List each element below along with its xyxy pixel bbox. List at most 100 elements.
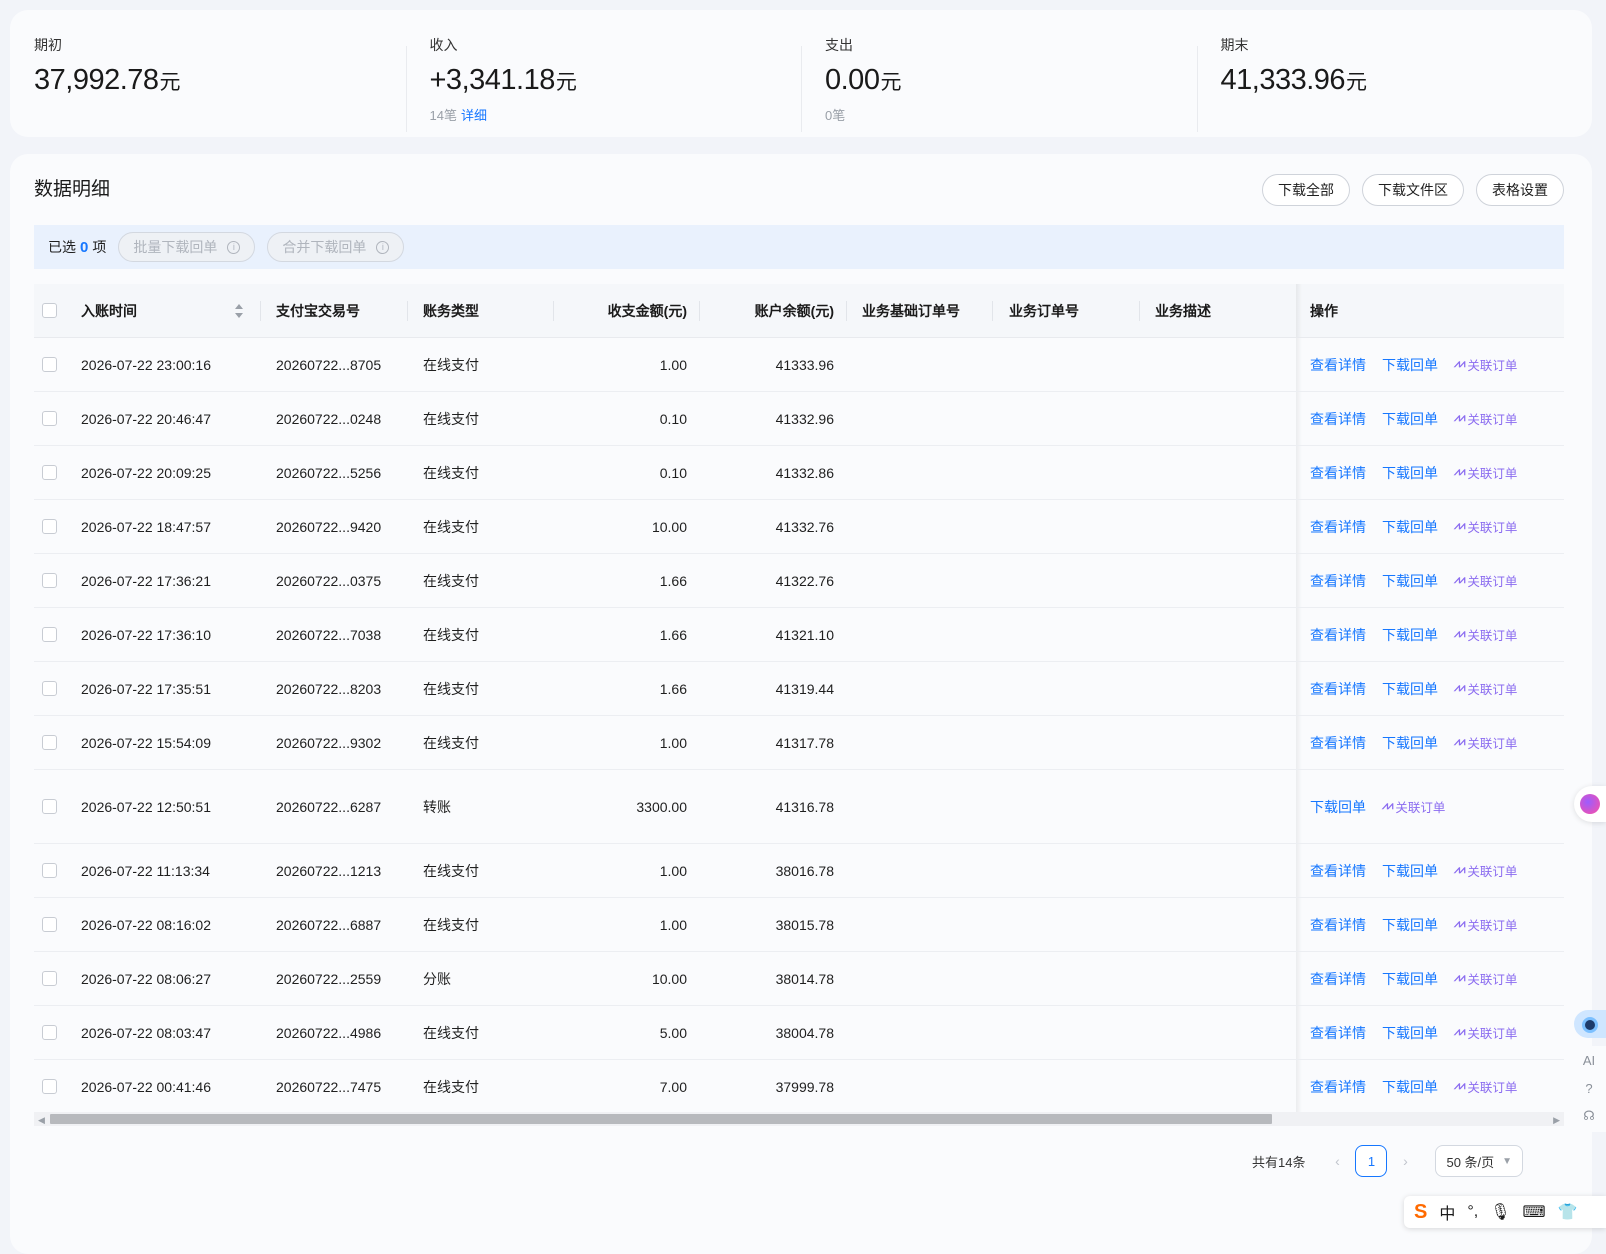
view-detail-link[interactable]: 查看详情 <box>1310 409 1366 429</box>
horizontal-scrollbar[interactable]: ◀ ▶ <box>34 1112 1564 1126</box>
link-order-button[interactable]: ⩘⩘ 关联订单 <box>1454 355 1517 374</box>
sort-icon[interactable] <box>235 303 243 319</box>
scroll-left-icon[interactable]: ◀ <box>38 1115 45 1126</box>
download-receipt-link[interactable]: 下载回单 <box>1382 861 1438 881</box>
row-checkbox[interactable] <box>42 411 57 426</box>
link-order-button[interactable]: ⩘⩘ 关联订单 <box>1454 517 1517 536</box>
link-order-button[interactable]: ⩘⩘ 关联订单 <box>1454 679 1517 698</box>
row-checkbox[interactable] <box>42 799 57 814</box>
link-order-label: 关联订单 <box>1467 919 1518 933</box>
link-order-button[interactable]: ⩘⩘ 关联订单 <box>1454 1023 1517 1042</box>
link-order-button[interactable]: ⩘⩘ 关联订单 <box>1454 463 1517 482</box>
headset-icon[interactable]: ☊ <box>1572 1102 1606 1130</box>
cell-trade-no: 20260722...4986 <box>276 1024 382 1041</box>
merge-download-button[interactable]: 合并下载回单 i <box>267 232 405 262</box>
select-all-checkbox[interactable] <box>42 303 57 318</box>
column-divider <box>699 301 700 321</box>
row-checkbox[interactable] <box>42 1079 57 1094</box>
microphone-icon[interactable]: 🎙 <box>1490 1202 1510 1222</box>
download-receipt-link[interactable]: 下载回单 <box>1382 409 1438 429</box>
link-order-label: 关联订单 <box>1467 359 1518 373</box>
row-checkbox[interactable] <box>42 917 57 932</box>
row-checkbox[interactable] <box>42 465 57 480</box>
robot-assistant[interactable] <box>1572 1002 1606 1042</box>
view-detail-link[interactable]: 查看详情 <box>1310 517 1366 537</box>
view-detail-link[interactable]: 查看详情 <box>1310 463 1366 483</box>
download-area-button[interactable]: 下载文件区 <box>1362 174 1464 206</box>
scroll-right-icon[interactable]: ▶ <box>1553 1115 1560 1126</box>
download-receipt-link[interactable]: 下载回单 <box>1382 969 1438 989</box>
income-detail-link[interactable]: 详细 <box>461 108 487 123</box>
table-row: 2026-07-22 08:16:02 20260722...6887 在线支付 1.… <box>34 898 1564 952</box>
link-order-button[interactable]: ⩘⩘ 关联订单 <box>1382 797 1445 816</box>
scrollbar-thumb[interactable] <box>50 1114 1272 1124</box>
batch-download-button[interactable]: 批量下载回单 i <box>118 232 256 262</box>
cell-amount: 0.10 <box>659 410 687 427</box>
stat-count: 0笔 <box>825 108 1197 124</box>
view-detail-link[interactable]: 查看详情 <box>1310 1023 1366 1043</box>
download-receipt-link[interactable]: 下载回单 <box>1382 679 1438 699</box>
punctuation-icon[interactable]: °, <box>1467 1203 1478 1221</box>
row-checkbox[interactable] <box>42 863 57 878</box>
download-all-button[interactable]: 下载全部 <box>1262 174 1350 206</box>
row-checkbox[interactable] <box>42 573 57 588</box>
page-title: 数据明细 <box>34 179 111 200</box>
download-receipt-link[interactable]: 下载回单 <box>1310 797 1366 817</box>
next-page-icon[interactable]: › <box>1393 1153 1417 1169</box>
download-receipt-link[interactable]: 下载回单 <box>1382 571 1438 591</box>
view-detail-link[interactable]: 查看详情 <box>1310 969 1366 989</box>
view-detail-link[interactable]: 查看详情 <box>1310 733 1366 753</box>
ai-tool[interactable]: AI <box>1572 1046 1606 1074</box>
link-order-label: 关联订单 <box>1467 865 1518 879</box>
skin-icon[interactable]: 👕 <box>1558 1202 1578 1222</box>
view-detail-link[interactable]: 查看详情 <box>1310 1077 1366 1097</box>
download-receipt-link[interactable]: 下载回单 <box>1382 1077 1438 1097</box>
page-number[interactable]: 1 <box>1355 1145 1388 1177</box>
link-order-button[interactable]: ⩘⩘ 关联订单 <box>1454 969 1517 988</box>
download-receipt-link[interactable]: 下载回单 <box>1382 517 1438 537</box>
stat-label: 期末 <box>1220 37 1249 53</box>
table-settings-button[interactable]: 表格设置 <box>1476 174 1564 206</box>
view-detail-link[interactable]: 查看详情 <box>1310 625 1366 645</box>
row-checkbox[interactable] <box>42 519 57 534</box>
page-size-select[interactable]: 50 条/页 ▼ <box>1435 1145 1524 1177</box>
download-receipt-link[interactable]: 下载回单 <box>1382 355 1438 375</box>
ai-sparkle-icon: ⩘⩘ <box>1454 412 1465 424</box>
view-detail-link[interactable]: 查看详情 <box>1310 571 1366 591</box>
view-detail-link[interactable]: 查看详情 <box>1310 679 1366 699</box>
link-order-button[interactable]: ⩘⩘ 关联订单 <box>1454 915 1517 934</box>
row-checkbox[interactable] <box>42 735 57 750</box>
row-checkbox[interactable] <box>42 681 57 696</box>
view-detail-link[interactable]: 查看详情 <box>1310 355 1366 375</box>
link-order-button[interactable]: ⩘⩘ 关联订单 <box>1454 733 1517 752</box>
row-checkbox[interactable] <box>42 357 57 372</box>
info-icon[interactable]: i <box>227 240 241 254</box>
cell-type: 在线支付 <box>423 680 479 697</box>
view-detail-link[interactable]: 查看详情 <box>1310 861 1366 881</box>
link-order-button[interactable]: ⩘⩘ 关联订单 <box>1454 1077 1517 1096</box>
download-receipt-link[interactable]: 下载回单 <box>1382 733 1438 753</box>
link-order-button[interactable]: ⩘⩘ 关联订单 <box>1454 861 1517 880</box>
ime-lang-toggle[interactable]: 中 <box>1439 1200 1455 1224</box>
link-order-button[interactable]: ⩘⩘ 关联订单 <box>1454 625 1517 644</box>
help-icon[interactable]: ? <box>1572 1074 1606 1102</box>
keyboard-icon[interactable]: ⌨ <box>1523 1202 1546 1222</box>
row-checkbox[interactable] <box>42 971 57 986</box>
header-time[interactable]: 入账时间 <box>81 284 137 337</box>
download-receipt-link[interactable]: 下载回单 <box>1382 625 1438 645</box>
assistant-float-button[interactable] <box>1574 786 1606 822</box>
view-detail-link[interactable]: 查看详情 <box>1310 915 1366 935</box>
download-receipt-link[interactable]: 下载回单 <box>1382 463 1438 483</box>
row-checkbox[interactable] <box>42 1025 57 1040</box>
row-checkbox[interactable] <box>42 627 57 642</box>
table-row: 2026-07-22 15:54:09 20260722...9302 在线支付 1.… <box>34 716 1564 770</box>
download-receipt-link[interactable]: 下载回单 <box>1382 1023 1438 1043</box>
sogou-logo-icon[interactable]: S <box>1414 1201 1427 1224</box>
info-icon[interactable]: i <box>376 240 390 254</box>
link-order-button[interactable]: ⩘⩘ 关联订单 <box>1454 409 1517 428</box>
cell-balance: 41332.76 <box>775 518 834 535</box>
download-receipt-link[interactable]: 下载回单 <box>1382 915 1438 935</box>
prev-page-icon[interactable]: ‹ <box>1325 1153 1349 1169</box>
table-row: 2026-07-22 08:06:27 20260722...2559 分账 10.0… <box>34 952 1564 1006</box>
link-order-button[interactable]: ⩘⩘ 关联订单 <box>1454 571 1517 590</box>
